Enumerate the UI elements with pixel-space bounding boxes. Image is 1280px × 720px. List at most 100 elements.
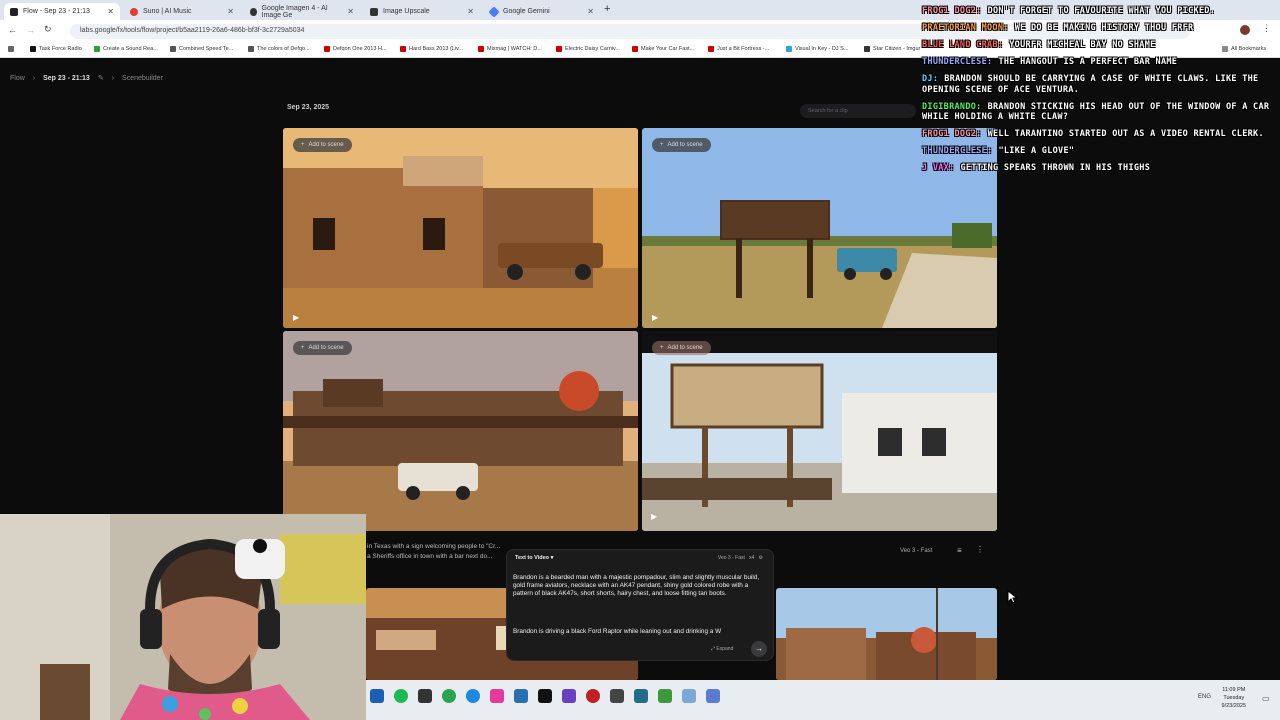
edge-icon[interactable] bbox=[466, 689, 480, 703]
breadcrumb-root[interactable]: Flow bbox=[10, 75, 25, 82]
scene-card[interactable]: + Add to scene ▶ bbox=[283, 128, 638, 328]
app-icon[interactable] bbox=[634, 689, 648, 703]
chat-message: Thunderclese: The Hangout is a perfect ba… bbox=[922, 57, 1280, 68]
pencil-icon[interactable]: ✎ bbox=[98, 74, 104, 82]
chat-text: Brandon should be carrying a case of Whi… bbox=[922, 74, 1259, 95]
close-icon[interactable]: ✕ bbox=[227, 7, 234, 16]
chat-message: Thunderclese: "like a glove" bbox=[922, 146, 1280, 157]
steam-icon[interactable] bbox=[370, 689, 384, 703]
scene-card[interactable]: + Add to scene bbox=[283, 331, 638, 531]
app-icon[interactable] bbox=[658, 689, 672, 703]
bookmark-item[interactable]: Create a Sound Rea... bbox=[94, 46, 158, 52]
app-icon[interactable] bbox=[562, 689, 576, 703]
bookmark-item[interactable]: Visual In Key - DJ S... bbox=[786, 46, 848, 52]
app-icon[interactable] bbox=[538, 689, 552, 703]
prompt-text-main[interactable]: Brandon is a bearded man with a majestic… bbox=[513, 574, 769, 598]
chat-message: Frog1 Dog2: Don't forget to favourite wha… bbox=[922, 6, 1280, 17]
breadcrumb: Flow › Sep 23 - 21:13 ✎ › Scenebuilder bbox=[10, 74, 163, 83]
close-icon[interactable]: ✕ bbox=[467, 7, 474, 16]
scene-card[interactable] bbox=[776, 588, 997, 680]
bookmark-item[interactable]: Defqon One 2013 H... bbox=[324, 46, 387, 52]
bookmark-item[interactable]: Electric Daisy Carniv... bbox=[556, 46, 620, 52]
play-icon[interactable]: ▶ bbox=[293, 313, 299, 322]
caption-line: a Sheriffs office in town with a bar nex… bbox=[367, 553, 493, 560]
close-icon[interactable]: ✕ bbox=[587, 7, 594, 16]
new-tab-button[interactable]: + bbox=[604, 3, 610, 15]
model-selector[interactable]: Veo 3 - Fast bbox=[718, 555, 745, 561]
settings-icon[interactable]: ⚙ bbox=[759, 555, 763, 561]
chat-text: We do be making history thou frfr bbox=[1014, 23, 1194, 33]
system-clock[interactable]: 11:09 PM Tuesday 9/23/2025 bbox=[1222, 686, 1246, 710]
breadcrumb-project[interactable]: Sep 23 - 21:13 bbox=[43, 75, 90, 82]
app-icon[interactable] bbox=[514, 689, 528, 703]
more-vertical-icon[interactable]: ⋮ bbox=[976, 545, 984, 554]
output-count[interactable]: x4 bbox=[749, 555, 754, 561]
chat-message: Frog1 Dog2: Well Tarantino started out as… bbox=[922, 129, 1280, 140]
reload-icon[interactable]: ↻ bbox=[44, 24, 52, 35]
tab-label: Google Imagen 4 - AI Image Ge bbox=[261, 4, 328, 19]
expand-button[interactable]: ⤢ Expand bbox=[711, 646, 733, 652]
clock-date: 9/23/2025 bbox=[1221, 703, 1246, 709]
breadcrumb-section[interactable]: Scenebuilder bbox=[122, 75, 163, 82]
webcam-streamer-image bbox=[0, 514, 366, 720]
bookmark-item[interactable]: Just a Bit Fortress -... bbox=[708, 46, 769, 52]
bookmark-item[interactable]: Make Your Car Fast... bbox=[632, 46, 694, 52]
tab-imagen[interactable]: Google Imagen 4 - AI Image Ge ✕ bbox=[244, 3, 360, 20]
bookmark-item[interactable]: The colors of Defqo... bbox=[248, 46, 310, 52]
play-icon[interactable]: ▶ bbox=[652, 313, 658, 322]
spotify-icon[interactable] bbox=[394, 689, 408, 703]
language-indicator[interactable]: ENG bbox=[1198, 694, 1211, 700]
add-to-scene-button[interactable]: + Add to scene bbox=[652, 138, 711, 152]
bookmark-label: Combined Speed Te... bbox=[179, 46, 234, 52]
list-icon[interactable]: ≡ bbox=[957, 546, 962, 555]
prompt-settings: Veo 3 - Fast x4 ⚙ bbox=[718, 555, 763, 561]
flow-favicon-icon bbox=[10, 7, 18, 16]
file-explorer-icon[interactable] bbox=[706, 689, 720, 703]
prompt-input[interactable]: Brandon is driving a black Ford Raptor w… bbox=[513, 628, 769, 635]
app-icon[interactable] bbox=[490, 689, 504, 703]
tab-upscale[interactable]: Image Upscale ✕ bbox=[364, 3, 480, 20]
chrome-icon[interactable] bbox=[442, 689, 456, 703]
close-icon[interactable]: ✕ bbox=[107, 7, 114, 16]
bookmark-item[interactable]: Mixmag | WATCH: D... bbox=[478, 46, 542, 52]
chat-username: Thunderclese: bbox=[922, 146, 993, 156]
app-icon[interactable] bbox=[682, 689, 696, 703]
search-input[interactable]: Search for a clip bbox=[800, 104, 916, 118]
stream-chat-overlay: Frog1 Dog2: Don't forget to favourite wha… bbox=[922, 6, 1280, 180]
chat-username: Frog1 Dog2: bbox=[922, 129, 982, 139]
bookmark-item[interactable]: Task Force Radio bbox=[30, 46, 82, 52]
tab-flow[interactable]: Flow - Sep 23 - 21:13 ✕ bbox=[4, 3, 120, 20]
app-icon[interactable] bbox=[610, 689, 624, 703]
chat-username: J Vax: bbox=[922, 163, 955, 173]
tab-label: Flow - Sep 23 - 21:13 bbox=[23, 8, 90, 15]
app-icon[interactable] bbox=[586, 689, 600, 703]
add-to-scene-button[interactable]: + Add to scene bbox=[652, 341, 711, 355]
app-icon[interactable] bbox=[418, 689, 432, 703]
notification-icon[interactable]: ▭ bbox=[1262, 694, 1270, 703]
chat-message: DJ: Brandon should be carrying a case of … bbox=[922, 74, 1280, 95]
tab-gemini[interactable]: Google Gemini ✕ bbox=[484, 3, 600, 20]
close-icon[interactable]: ✕ bbox=[347, 7, 354, 16]
add-to-scene-button[interactable]: + Add to scene bbox=[293, 341, 352, 355]
windows-taskbar: ENG 11:09 PM Tuesday 9/23/2025 ▭ bbox=[366, 680, 1280, 720]
send-arrow-icon[interactable]: → bbox=[751, 641, 767, 657]
forward-arrow-icon[interactable]: → bbox=[26, 25, 35, 35]
play-icon[interactable]: ▶ bbox=[651, 512, 657, 521]
apps-grid-icon[interactable] bbox=[8, 46, 14, 52]
scene-card[interactable]: + Add to scene bbox=[642, 331, 997, 531]
scene-thumbnail-rusty-spur bbox=[283, 331, 638, 531]
mouse-cursor-icon bbox=[1007, 590, 1017, 604]
bookmark-label: Electric Daisy Carniv... bbox=[565, 46, 620, 52]
tab-label: Image Upscale bbox=[383, 8, 430, 15]
add-to-scene-button[interactable]: + Add to scene bbox=[293, 138, 352, 152]
bookmark-item[interactable]: Combined Speed Te... bbox=[170, 46, 233, 52]
bookmark-item[interactable]: Hard Bass 2013 (Liv... bbox=[400, 46, 463, 52]
back-arrow-icon[interactable]: ← bbox=[8, 25, 17, 35]
mode-selector[interactable]: Text to Video ▾ bbox=[515, 555, 553, 561]
plus-icon: + bbox=[301, 345, 305, 351]
tab-suno[interactable]: Suno | AI Music ✕ bbox=[124, 3, 240, 20]
chat-username: Praetorian Moon: bbox=[922, 23, 1009, 33]
mode-label: Text to Video bbox=[515, 555, 550, 561]
caption-line: in Texas with a sign welcoming people to… bbox=[367, 543, 501, 550]
bookmark-item[interactable]: Star Citizen - Imgur bbox=[864, 46, 920, 52]
